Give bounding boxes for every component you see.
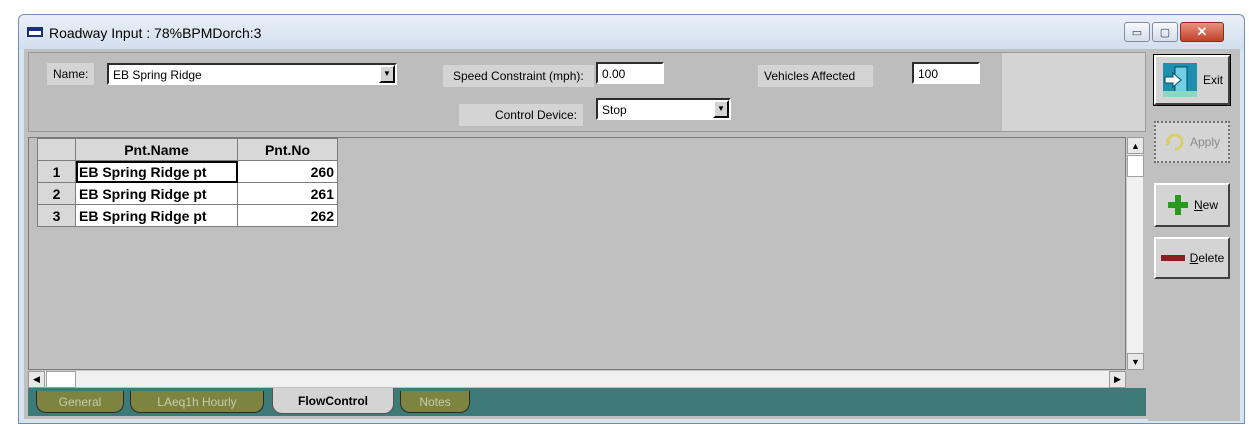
window-client: Name: EB Spring Ridge ▼ Speed Constraint… [24,49,1240,421]
title-bar[interactable]: Roadway Input : 78%BPMDorch:3 ▭ ▢ ✕ [19,15,1244,49]
delete-button[interactable]: Delete [1154,237,1230,279]
horizontal-scroll-thumb[interactable] [46,371,76,388]
delete-label: Delete [1189,251,1225,265]
close-button[interactable]: ✕ [1180,22,1224,42]
horizontal-scrollbar[interactable]: ◀ ▶ [28,370,1126,388]
control-device-value: Stop [602,103,627,117]
name-label: Name: [47,63,95,85]
row-number[interactable]: 3 [37,204,76,227]
tab-notes[interactable]: Notes [400,391,470,413]
cell-pnt-name[interactable]: EB Spring Ridge pt [75,160,238,183]
vehicles-affected-value: 100 [918,67,939,81]
chevron-down-icon[interactable]: ▼ [379,65,395,83]
apply-label: Apply [1189,135,1221,149]
action-sidebar: Exit Apply New Delete [1148,49,1240,421]
points-grid: Pnt.Name Pnt.No 1 EB Spring Ridge pt 260… [28,137,1126,370]
apply-button[interactable]: Apply [1154,121,1230,163]
name-value: EB Spring Ridge [113,68,202,82]
maximize-icon: ▢ [1159,26,1171,39]
row-number[interactable]: 1 [37,160,76,183]
table-row[interactable]: 3 EB Spring Ridge pt 262 [37,204,338,227]
new-button[interactable]: New [1154,183,1230,227]
exit-label: Exit [1202,73,1223,87]
minimize-icon: ▭ [1131,26,1143,39]
tab-flowcontrol[interactable]: FlowControl [272,388,394,414]
minus-icon [1160,255,1185,261]
control-device-label: Control Device: [459,104,583,126]
vertical-scroll-thumb[interactable] [1127,155,1144,177]
cell-pnt-name[interactable]: EB Spring Ridge pt [75,182,238,205]
exit-button[interactable]: Exit [1153,54,1231,106]
table-header-row: Pnt.Name Pnt.No [37,138,338,161]
speed-constraint-label: Speed Constraint (mph): [443,65,594,87]
cell-pnt-no[interactable]: 261 [237,182,338,205]
points-table: Pnt.Name Pnt.No 1 EB Spring Ridge pt 260… [37,138,338,227]
maximize-button[interactable]: ▢ [1152,22,1178,42]
table-row[interactable]: 2 EB Spring Ridge pt 261 [37,182,338,205]
app-icon [27,27,43,37]
column-header-pnt-no[interactable]: Pnt.No [237,138,338,161]
vehicles-affected-label: Vehicles Affected [758,65,873,87]
scroll-right-icon[interactable]: ▶ [1109,371,1126,388]
tab-laeq1h-hourly[interactable]: LAeq1h Hourly [130,391,264,413]
vertical-scrollbar[interactable]: ▲ ▼ [1126,137,1144,370]
speed-constraint-input[interactable]: 0.00 [596,62,664,84]
row-number[interactable]: 2 [37,182,76,205]
table-row[interactable]: 1 EB Spring Ridge pt 260 [37,160,338,183]
minimize-button[interactable]: ▭ [1124,22,1150,42]
vehicles-affected-input[interactable]: 100 [912,62,980,84]
row-header-corner[interactable] [37,138,76,161]
scroll-down-icon[interactable]: ▼ [1127,353,1144,370]
column-header-pnt-name[interactable]: Pnt.Name [75,138,238,161]
speed-constraint-value: 0.00 [602,67,626,81]
chevron-down-icon[interactable]: ▼ [713,100,729,118]
window-title: Roadway Input : 78%BPMDorch:3 [49,25,262,41]
close-icon: ✕ [1196,24,1208,39]
scroll-left-icon[interactable]: ◀ [28,371,45,388]
roadway-input-window: Roadway Input : 78%BPMDorch:3 ▭ ▢ ✕ Name… [18,14,1245,424]
cell-pnt-no[interactable]: 260 [237,160,338,183]
form-panel: Name: EB Spring Ridge ▼ Speed Constraint… [28,52,1146,132]
tab-general[interactable]: General [36,391,124,413]
tab-strip: General LAeq1h Hourly FlowControl Notes [28,388,1146,416]
apply-arrow-icon [1165,133,1184,151]
new-label: New [1193,198,1218,212]
plus-icon [1167,195,1188,215]
scroll-up-icon[interactable]: ▲ [1127,137,1144,154]
name-combobox[interactable]: EB Spring Ridge ▼ [107,63,397,85]
exit-door-icon [1162,63,1197,97]
control-device-combobox[interactable]: Stop ▼ [596,98,731,120]
cell-pnt-no[interactable]: 262 [237,204,338,227]
cell-pnt-name[interactable]: EB Spring Ridge pt [75,204,238,227]
form-panel-blank [1002,53,1145,131]
